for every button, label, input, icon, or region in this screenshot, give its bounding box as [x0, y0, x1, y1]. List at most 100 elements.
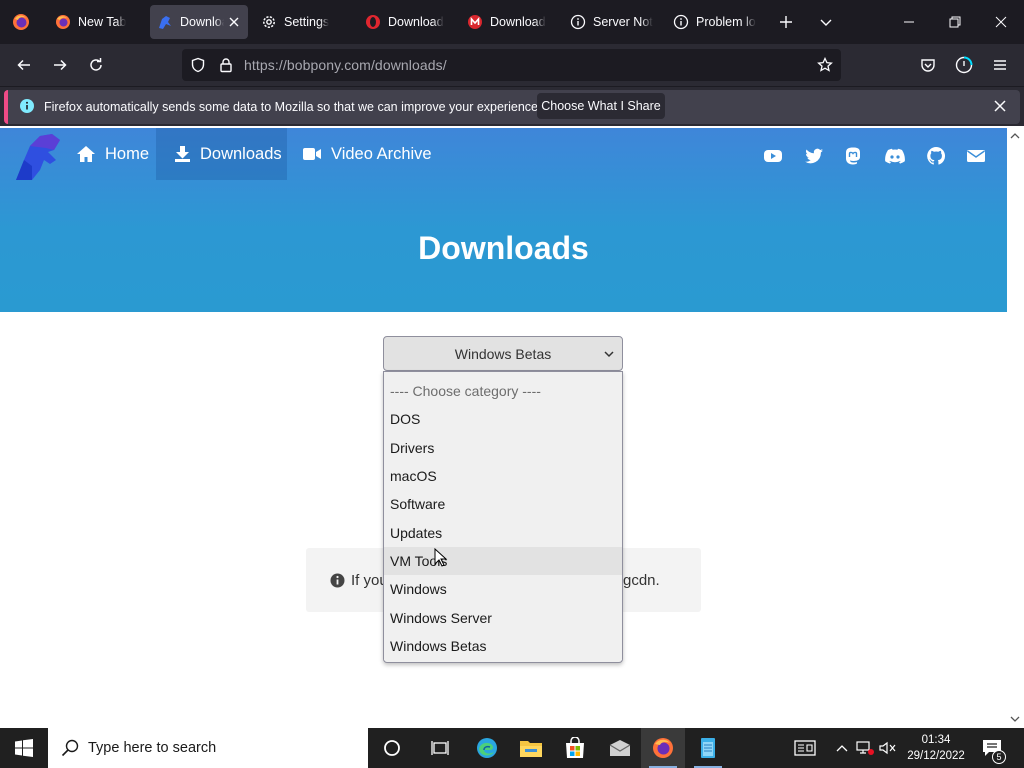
url-bar[interactable]: https://bobpony.com/downloads/	[182, 49, 841, 81]
option-windows-betas[interactable]: Windows Betas	[384, 631, 622, 660]
option-drivers[interactable]: Drivers	[384, 433, 622, 462]
option-vm-tools[interactable]: VM Tools	[384, 546, 622, 576]
taskbar-search-box[interactable]: Type here to search	[48, 728, 368, 768]
nav-label: Video Archive	[331, 144, 432, 163]
file-explorer-icon[interactable]	[509, 728, 553, 768]
scroll-up-arrow-icon[interactable]	[1010, 132, 1020, 140]
notification-count-badge: 5	[992, 750, 1006, 764]
tab-label: Settings	[284, 15, 330, 29]
bobpony-icon	[157, 14, 173, 30]
reload-icon[interactable]	[81, 50, 111, 80]
info-icon	[673, 14, 689, 30]
tab-label: Server Not	[593, 15, 653, 29]
firefox-taskbar-icon[interactable]	[641, 728, 685, 768]
choose-what-i-share-button[interactable]: Choose What I Share	[537, 93, 665, 119]
mouse-cursor-icon	[434, 548, 448, 568]
opera-icon	[365, 14, 381, 30]
windows-taskbar: Type here to search 01:34 29/12/2022 5	[0, 728, 1024, 768]
mastodon-icon[interactable]	[843, 146, 863, 166]
github-icon[interactable]	[926, 146, 946, 166]
url-path: /downloads/	[370, 57, 447, 73]
bookmark-star-icon[interactable]	[817, 57, 833, 73]
tab-download-opera[interactable]: Download	[358, 5, 454, 39]
tab-label: Downloads	[180, 15, 224, 29]
hamburger-menu-icon[interactable]	[985, 50, 1015, 80]
show-hidden-icons-chevron-icon[interactable]	[832, 738, 852, 758]
nav-home-link[interactable]: Home	[58, 128, 169, 180]
option-windows-server[interactable]: Windows Server	[384, 603, 622, 632]
info-visible-end: gcdn.	[623, 572, 660, 589]
nav-video-archive-link[interactable]: Video Archive	[284, 128, 452, 180]
option-dos[interactable]: DOS	[384, 405, 622, 434]
option-macos[interactable]: macOS	[384, 461, 622, 491]
select-value: Windows Betas	[454, 345, 552, 362]
gear-icon	[261, 14, 277, 30]
tab-problem-loading[interactable]: Problem lo	[666, 5, 766, 39]
youtube-icon[interactable]	[763, 146, 783, 166]
email-icon[interactable]	[966, 146, 986, 166]
twitter-icon[interactable]	[804, 146, 824, 166]
task-view-icon[interactable]	[418, 728, 462, 768]
news-and-interests-icon[interactable]	[794, 738, 816, 758]
network-icon[interactable]	[855, 738, 875, 758]
clock-date: 29/12/2022	[907, 750, 965, 762]
microsoft-store-icon[interactable]	[553, 728, 597, 768]
back-arrow-icon[interactable]	[9, 50, 39, 80]
video-camera-icon	[302, 146, 331, 162]
lock-icon[interactable]	[218, 57, 234, 73]
tab-server-not-found[interactable]: Server Not	[563, 5, 663, 39]
scroll-down-arrow-icon[interactable]	[1010, 715, 1020, 723]
mega-icon	[467, 14, 483, 30]
tab-label: Download	[388, 15, 444, 29]
page-title: Downloads	[418, 230, 589, 266]
option-software[interactable]: Software	[384, 490, 622, 519]
category-select[interactable]: Windows Betas	[383, 336, 623, 371]
browser-nav-bar: https://bobpony.com/downloads/	[0, 44, 1024, 86]
category-dropdown-list: ---- Choose category ---- DOS Drivers ma…	[383, 371, 623, 663]
list-all-tabs-chevron-icon[interactable]	[811, 7, 841, 37]
tab-downloads[interactable]: Downloads	[150, 5, 248, 39]
info-icon	[19, 98, 35, 114]
minimize-icon[interactable]	[886, 0, 932, 44]
restore-icon[interactable]	[932, 0, 978, 44]
notepad-taskbar-icon[interactable]	[686, 728, 730, 768]
tab-label: Download	[490, 15, 546, 29]
edge-icon[interactable]	[465, 728, 509, 768]
tab-new-tab[interactable]: New Tab	[48, 5, 148, 39]
site-header: Home Downloads Video Archive Downloads	[0, 128, 1007, 312]
mail-icon[interactable]	[598, 728, 642, 768]
new-tab-plus-icon[interactable]	[771, 7, 801, 37]
tab-settings[interactable]: Settings	[254, 5, 354, 39]
discord-icon[interactable]	[884, 146, 905, 166]
url-text[interactable]: https://bobpony.com/downloads/	[244, 57, 447, 73]
option-placeholder[interactable]: ---- Choose category ----	[384, 377, 622, 406]
firefox-view-icon[interactable]	[0, 0, 42, 44]
browser-tab-bar: New Tab Downloads Settings Download Down…	[0, 0, 1024, 44]
tab-download-mega[interactable]: Download	[460, 5, 556, 39]
nav-downloads-link[interactable]: Downloads	[156, 128, 287, 180]
notification-text: Firefox automatically sends some data to…	[44, 100, 542, 114]
download-icon	[174, 145, 200, 163]
search-icon	[61, 739, 79, 757]
close-window-icon[interactable]	[978, 0, 1024, 44]
option-updates[interactable]: Updates	[384, 518, 622, 547]
account-icon[interactable]	[949, 50, 979, 80]
cortana-icon[interactable]	[370, 728, 414, 768]
volume-muted-icon[interactable]	[878, 738, 898, 758]
clock-time: 01:34	[921, 734, 951, 746]
close-notification-icon[interactable]	[992, 98, 1008, 114]
bobpony-logo[interactable]	[10, 130, 64, 182]
pocket-icon[interactable]	[913, 50, 943, 80]
data-collection-notification-bar: Firefox automatically sends some data to…	[0, 86, 1024, 126]
tab-label: Problem lo	[696, 15, 756, 29]
url-host: https://bobpony.com	[244, 57, 371, 73]
taskbar-clock[interactable]: 01:34 29/12/2022	[900, 732, 972, 764]
page-scrollbar[interactable]	[1007, 128, 1024, 728]
forward-arrow-icon[interactable]	[45, 50, 75, 80]
search-placeholder: Type here to search	[88, 740, 217, 756]
close-tab-icon[interactable]	[226, 14, 242, 30]
windows-start-icon[interactable]	[0, 728, 48, 768]
option-windows[interactable]: Windows	[384, 575, 622, 604]
tracking-protection-shield-icon[interactable]	[190, 57, 206, 73]
nav-label: Downloads	[200, 144, 282, 163]
